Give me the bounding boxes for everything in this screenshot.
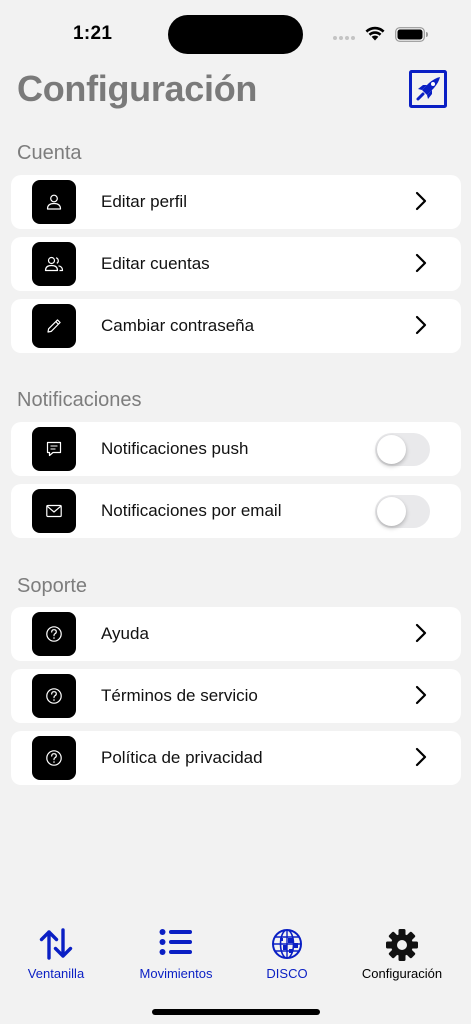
row-label: Política de privacidad xyxy=(101,748,263,767)
section-title-notificaciones: Notificaciones xyxy=(17,389,142,411)
gear-icon xyxy=(386,929,418,961)
globe-icon xyxy=(272,929,302,959)
status-time: 1:21 xyxy=(73,23,113,44)
question-circle-icon xyxy=(46,626,62,642)
row-label: Editar cuentas xyxy=(101,254,210,273)
email-notifications-toggle[interactable] xyxy=(375,495,430,528)
tab-label: Configuración xyxy=(361,966,443,981)
tab-movimientos[interactable]: Movimientos xyxy=(121,920,231,990)
tab-configuracion[interactable]: Configuración xyxy=(347,920,457,990)
tab-label: Movimientos xyxy=(139,966,213,981)
row-notificaciones-push: Notificaciones push xyxy=(11,422,461,476)
toggle-knob xyxy=(377,435,406,464)
row-icon-box xyxy=(32,489,76,533)
tab-bar: Ventanilla Movimientos DISCO Configuraci… xyxy=(0,920,471,1000)
row-icon-box xyxy=(32,612,76,656)
chevron-right-icon xyxy=(415,747,427,767)
push-notifications-toggle[interactable] xyxy=(375,433,430,466)
arrows-up-down-icon xyxy=(39,928,73,960)
row-icon-box xyxy=(32,242,76,286)
chevron-right-icon xyxy=(415,315,427,335)
row-label: Ayuda xyxy=(101,624,149,643)
chevron-right-icon xyxy=(415,191,427,211)
cellular-signal-icon xyxy=(333,36,355,40)
row-ayuda[interactable]: Ayuda xyxy=(11,607,461,661)
people-icon xyxy=(44,256,64,272)
row-icon-box xyxy=(32,736,76,780)
row-label: Notificaciones push xyxy=(101,439,249,458)
row-icon-box xyxy=(32,427,76,471)
row-editar-cuentas[interactable]: Editar cuentas xyxy=(11,237,461,291)
question-circle-icon xyxy=(46,688,62,704)
tab-ventanilla[interactable]: Ventanilla xyxy=(1,920,111,990)
home-indicator xyxy=(152,1009,320,1015)
row-editar-perfil[interactable]: Editar perfil xyxy=(11,175,461,229)
person-icon xyxy=(46,194,62,210)
section-title-soporte: Soporte xyxy=(17,575,88,597)
row-label: Notificaciones por email xyxy=(101,501,282,520)
rocket-button[interactable] xyxy=(409,70,447,108)
row-icon-box xyxy=(32,304,76,348)
row-label: Cambiar contraseña xyxy=(101,316,255,335)
pencil-icon xyxy=(47,319,61,333)
dynamic-island xyxy=(168,15,303,54)
row-cambiar-contrasena[interactable]: Cambiar contraseña xyxy=(11,299,461,353)
row-notificaciones-email: Notificaciones por email xyxy=(11,484,461,538)
list-icon xyxy=(159,929,192,955)
battery-icon xyxy=(395,27,428,42)
row-label: Términos de servicio xyxy=(101,686,258,705)
row-icon-box xyxy=(32,180,76,224)
chevron-right-icon xyxy=(415,623,427,643)
question-circle-icon xyxy=(46,750,62,766)
row-politica-de-privacidad[interactable]: Política de privacidad xyxy=(11,731,461,785)
tab-label: DISCO xyxy=(266,966,308,981)
section-title-cuenta: Cuenta xyxy=(17,142,82,164)
row-terminos-de-servicio[interactable]: Términos de servicio xyxy=(11,669,461,723)
rocket-icon xyxy=(409,70,447,108)
page-title: Configuración xyxy=(17,68,258,109)
settings-screen: 1:21 Configuración Cuenta Editar perfil … xyxy=(0,0,471,1024)
chat-bubble-icon xyxy=(46,441,62,457)
row-icon-box xyxy=(32,674,76,718)
chevron-right-icon xyxy=(415,253,427,273)
toggle-knob xyxy=(377,497,406,526)
chevron-right-icon xyxy=(415,685,427,705)
status-bar: 1:21 xyxy=(0,0,471,60)
envelope-icon xyxy=(46,504,62,518)
row-label: Editar perfil xyxy=(101,192,187,211)
wifi-icon xyxy=(365,26,385,41)
tab-disco[interactable]: DISCO xyxy=(232,920,342,990)
tab-label: Ventanilla xyxy=(27,966,85,981)
